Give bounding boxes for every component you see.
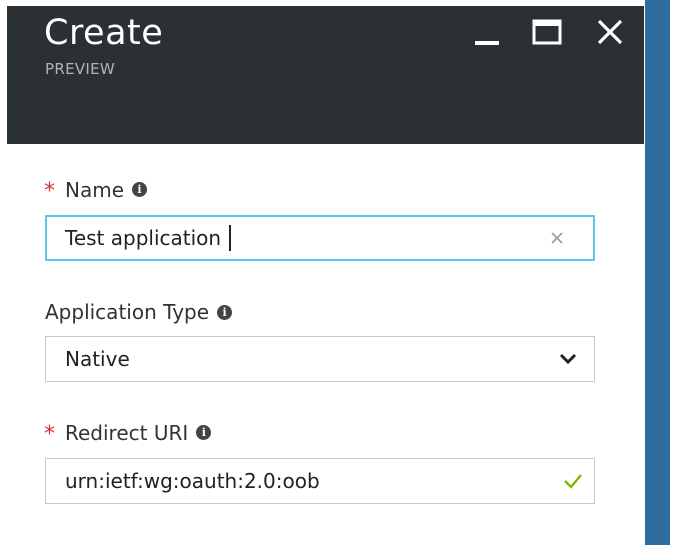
required-asterisk: *	[44, 179, 55, 204]
blade-scrollbar-strip	[645, 0, 670, 545]
clear-icon[interactable]	[549, 228, 565, 248]
blade-header: Create PREVIEW	[7, 6, 644, 144]
checkmark-icon	[564, 474, 582, 489]
blade-title: Create	[44, 13, 164, 53]
text-cursor	[229, 225, 232, 251]
info-icon[interactable]: i	[132, 182, 148, 197]
create-blade: Create PREVIEW * Name i Test application	[0, 0, 675, 545]
application-type-select[interactable]: Native	[45, 336, 595, 382]
info-icon[interactable]: i	[217, 304, 233, 320]
blade-subtitle: PREVIEW	[45, 60, 116, 78]
application-type-value: Native	[65, 347, 130, 371]
name-input[interactable]: Test application	[45, 215, 595, 261]
application-type-label-text: Application Type	[45, 300, 210, 324]
maximize-icon	[532, 19, 562, 45]
chevron-down-icon	[559, 353, 577, 365]
minimize-icon	[475, 41, 499, 45]
redirect-uri-input[interactable]: urn:ietf:wg:oauth:2.0:oob	[45, 458, 595, 504]
redirect-uri-field-label: * Redirect URI i	[44, 420, 212, 447]
info-icon[interactable]: i	[196, 425, 212, 440]
close-icon	[597, 19, 623, 45]
name-field-label: * Name i	[44, 177, 148, 204]
redirect-uri-value: urn:ietf:wg:oauth:2.0:oob	[65, 469, 320, 493]
name-label-text: Name	[65, 177, 125, 202]
redirect-uri-label-text: Redirect URI	[65, 420, 189, 445]
application-type-field-label: Application Type i	[45, 300, 233, 324]
maximize-button[interactable]	[529, 16, 565, 52]
minimize-button[interactable]	[469, 16, 505, 52]
required-asterisk: *	[44, 422, 55, 447]
name-input-value: Test application	[65, 226, 222, 250]
close-button[interactable]	[592, 16, 628, 52]
